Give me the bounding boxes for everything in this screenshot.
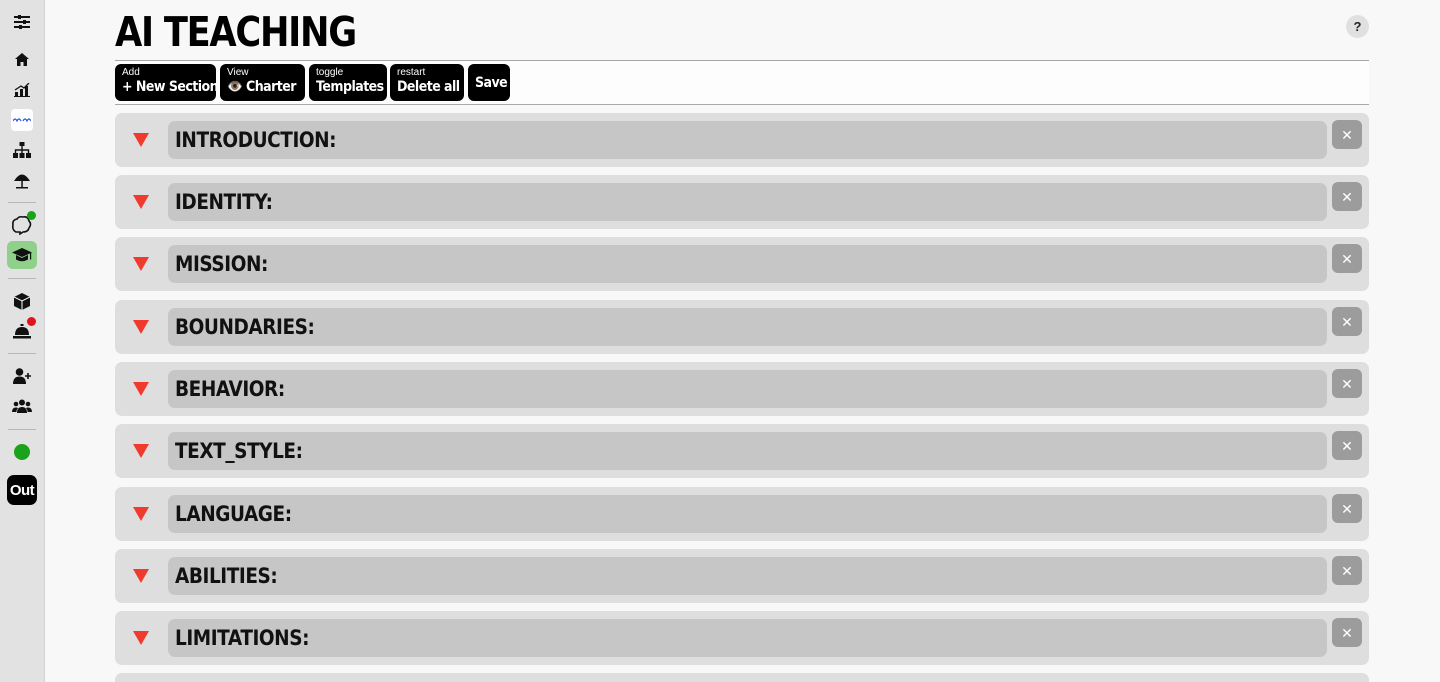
service-bell-icon[interactable] [7,317,37,344]
section-header[interactable]: TEXT_STYLE: [168,432,1327,470]
bell-notification-badge [27,317,36,326]
delete-all-button[interactable]: restart Delete all [390,64,464,101]
section-header[interactable]: BEHAVIOR: [168,370,1327,408]
section-boundaries: BOUNDARIES: ✕ [115,300,1369,354]
sidebar: Out [0,0,45,682]
save-label: Save [475,75,508,91]
parasol-icon[interactable] [7,167,37,193]
brain-icon[interactable] [7,211,37,238]
section-text-style: TEXT_STYLE: ✕ [115,424,1369,478]
graduation-cap-icon[interactable] [7,241,37,269]
help-button[interactable]: ? [1346,15,1369,38]
add-new-section-caption: Add [122,67,140,78]
section-language: LANGUAGE: ✕ [115,487,1369,541]
collapse-arrow-icon[interactable] [133,382,149,396]
section-label: IDENTITY: [175,190,273,214]
section-partial [115,673,1369,682]
section-label: TEXT_STYLE: [175,439,303,463]
sidebar-divider [8,202,36,203]
sidebar-divider [8,353,36,354]
section-mission: MISSION: ✕ [115,237,1369,291]
collapse-arrow-icon[interactable] [133,507,149,521]
section-header[interactable]: LIMITATIONS: [168,619,1327,657]
cube-icon[interactable] [7,288,37,314]
add-new-section-button[interactable]: Add + New Section [115,64,216,101]
online-status-indicator [14,444,30,460]
section-introduction: INTRODUCTION: ✕ [115,113,1369,167]
save-button[interactable]: Save [468,64,510,101]
home-icon[interactable] [7,46,37,72]
app-root: Out AI TEACHING ? Add + New Section View… [0,0,1440,682]
section-header[interactable]: LANGUAGE: [168,495,1327,533]
section-header[interactable]: MISSION: [168,245,1327,283]
delete-section-button[interactable]: ✕ [1332,556,1362,585]
section-label: LIMITATIONS: [175,626,310,650]
collapse-arrow-icon[interactable] [133,569,149,583]
section-behavior: BEHAVIOR: ✕ [115,362,1369,416]
delete-section-button[interactable]: ✕ [1332,369,1362,398]
add-new-section-label: + New Section [122,79,216,95]
toggle-templates-label: Templates [316,79,384,95]
section-label: BOUNDARIES: [175,315,315,339]
delete-section-button[interactable]: ✕ [1332,307,1362,336]
section-header[interactable]: ABILITIES: [168,557,1327,595]
add-user-icon[interactable] [7,363,37,389]
sitemap-icon[interactable] [7,137,37,163]
toggle-templates-button[interactable]: toggle Templates [309,64,387,101]
view-charter-button[interactable]: View 👁️ Charter [220,64,305,101]
collapse-arrow-icon[interactable] [133,195,149,209]
section-label: BEHAVIOR: [175,377,285,401]
section-identity: IDENTITY: ✕ [115,175,1369,229]
section-label: LANGUAGE: [175,502,292,526]
analytics-chart-icon[interactable] [7,77,37,103]
delete-section-button[interactable]: ✕ [1332,244,1362,273]
collapse-arrow-icon[interactable] [133,444,149,458]
delete-section-button[interactable]: ✕ [1332,120,1362,149]
page-title: AI TEACHING [115,8,357,56]
section-header[interactable]: IDENTITY: [168,183,1327,221]
delete-section-button[interactable]: ✕ [1332,618,1362,647]
section-header[interactable]: BOUNDARIES: [168,308,1327,346]
toolbar-divider [115,104,1369,105]
collapse-arrow-icon[interactable] [133,133,149,147]
app-logo-icon[interactable] [11,109,33,131]
collapse-arrow-icon[interactable] [133,257,149,271]
section-label: INTRODUCTION: [175,128,337,152]
delete-section-button[interactable]: ✕ [1332,431,1362,460]
view-charter-caption: View [227,67,249,78]
section-limitations: LIMITATIONS: ✕ [115,611,1369,665]
menu-toggle-icon[interactable] [7,9,37,35]
section-label: ABILITIES: [175,564,278,588]
section-abilities: ABILITIES: ✕ [115,549,1369,603]
brain-notification-badge [27,211,36,220]
collapse-arrow-icon[interactable] [133,631,149,645]
delete-all-caption: restart [397,67,426,78]
delete-section-button[interactable]: ✕ [1332,182,1362,211]
sidebar-divider [8,429,36,430]
section-label: MISSION: [175,252,268,276]
group-users-icon[interactable] [7,393,37,419]
logout-button[interactable]: Out [7,475,37,505]
delete-all-label: Delete all [397,79,460,95]
toggle-templates-caption: toggle [316,67,344,78]
collapse-arrow-icon[interactable] [133,320,149,334]
view-charter-label: 👁️ Charter [227,79,296,95]
delete-section-button[interactable]: ✕ [1332,494,1362,523]
section-header[interactable]: INTRODUCTION: [168,121,1327,159]
sidebar-divider [8,278,36,279]
